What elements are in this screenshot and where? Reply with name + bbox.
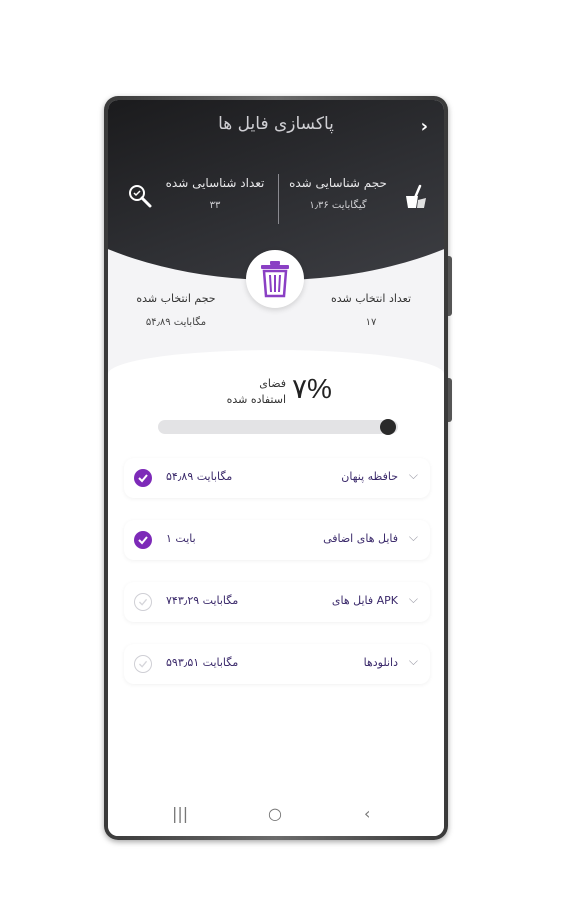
list-item-extra-files[interactable]: ⌵ فایل های اضافی ۱ بایت: [124, 520, 430, 560]
list-item-downloads[interactable]: ⌵ دانلودها ۵۹۳٫۵۱ مگابایت: [124, 644, 430, 684]
trash-icon: [261, 261, 289, 298]
screen: پاکسازی فایل ها › حجم شناسایی شده ۱٫۳۶ گ…: [108, 100, 444, 836]
recent-apps-icon[interactable]: |||: [172, 804, 188, 823]
item-size: ۱ بایت: [166, 532, 196, 545]
chevron-down-icon[interactable]: ⌵: [409, 654, 418, 669]
selected-size-stat: حجم انتخاب شده ۵۴٫۸۹ مگابایت: [136, 292, 216, 328]
system-nav-bar: ||| ○ ‹: [108, 794, 444, 836]
home-icon[interactable]: ○: [268, 804, 282, 823]
usage-percent: ۷%: [292, 373, 332, 404]
phone-frame: پاکسازی فایل ها › حجم شناسایی شده ۱٫۳۶ گ…: [104, 96, 452, 840]
selected-size-value: ۵۴٫۸۹ مگابایت: [145, 317, 207, 328]
selected-count-stat: تعداد انتخاب شده ۱۷: [326, 292, 416, 328]
clean-button[interactable]: [246, 250, 304, 308]
identified-count-stat: تعداد شناسایی شده ۳۳: [160, 176, 270, 211]
checkmark-icon[interactable]: [134, 469, 152, 487]
usage-label-line1: فضای: [259, 377, 286, 390]
identified-size-stat: حجم شناسایی شده ۱٫۳۶ گیگابایت: [288, 176, 388, 211]
identified-size-value: ۱٫۳۶ گیگابایت: [309, 200, 367, 211]
usage-progress-bar: [158, 420, 398, 434]
selected-count-value: ۱۷: [365, 317, 377, 328]
usage-label: فضای استفاده شده: [208, 376, 286, 408]
content-panel: [108, 350, 444, 800]
item-name: فایل های APK: [331, 594, 398, 607]
checkmark-icon[interactable]: [134, 655, 152, 673]
item-name: فایل های اضافی: [323, 532, 398, 545]
identified-size-label: حجم شناسایی شده: [289, 176, 387, 190]
identified-count-value: ۳۳: [209, 200, 221, 211]
usage-progress-knob: [380, 419, 396, 435]
chevron-right-icon[interactable]: ›: [421, 116, 428, 137]
selected-count-label: تعداد انتخاب شده: [330, 292, 412, 305]
back-icon[interactable]: ‹: [364, 804, 370, 823]
stats-divider: [278, 174, 279, 224]
page-title: پاکسازی فایل ها: [218, 114, 334, 134]
item-size: ۷۴۳٫۲۹ مگابایت: [166, 594, 239, 607]
item-size: ۵۹۳٫۵۱ مگابایت: [166, 656, 239, 669]
list-item-apk-files[interactable]: ⌵ فایل های APK ۷۴۳٫۲۹ مگابایت: [124, 582, 430, 622]
item-name: حافظه پنهان: [341, 470, 398, 483]
chevron-down-icon[interactable]: ⌵: [409, 592, 418, 607]
checkmark-icon[interactable]: [134, 593, 152, 611]
power-button: [448, 378, 452, 422]
identified-count-label: تعداد شناسایی شده: [165, 176, 265, 190]
chevron-down-icon[interactable]: ⌵: [409, 530, 418, 545]
chevron-down-icon[interactable]: ⌵: [409, 468, 418, 483]
selected-size-label: حجم انتخاب شده: [136, 292, 216, 305]
volume-button: [448, 256, 452, 316]
item-name: دانلودها: [363, 656, 398, 669]
broom-icon: [406, 184, 426, 208]
item-size: ۵۴٫۸۹ مگابایت: [166, 470, 233, 483]
search-icon: [129, 185, 152, 208]
checkmark-icon[interactable]: [134, 531, 152, 549]
usage-label-line2: استفاده شده: [226, 393, 286, 406]
list-item-cache[interactable]: ⌵ حافظه پنهان ۵۴٫۸۹ مگابایت: [124, 458, 430, 498]
